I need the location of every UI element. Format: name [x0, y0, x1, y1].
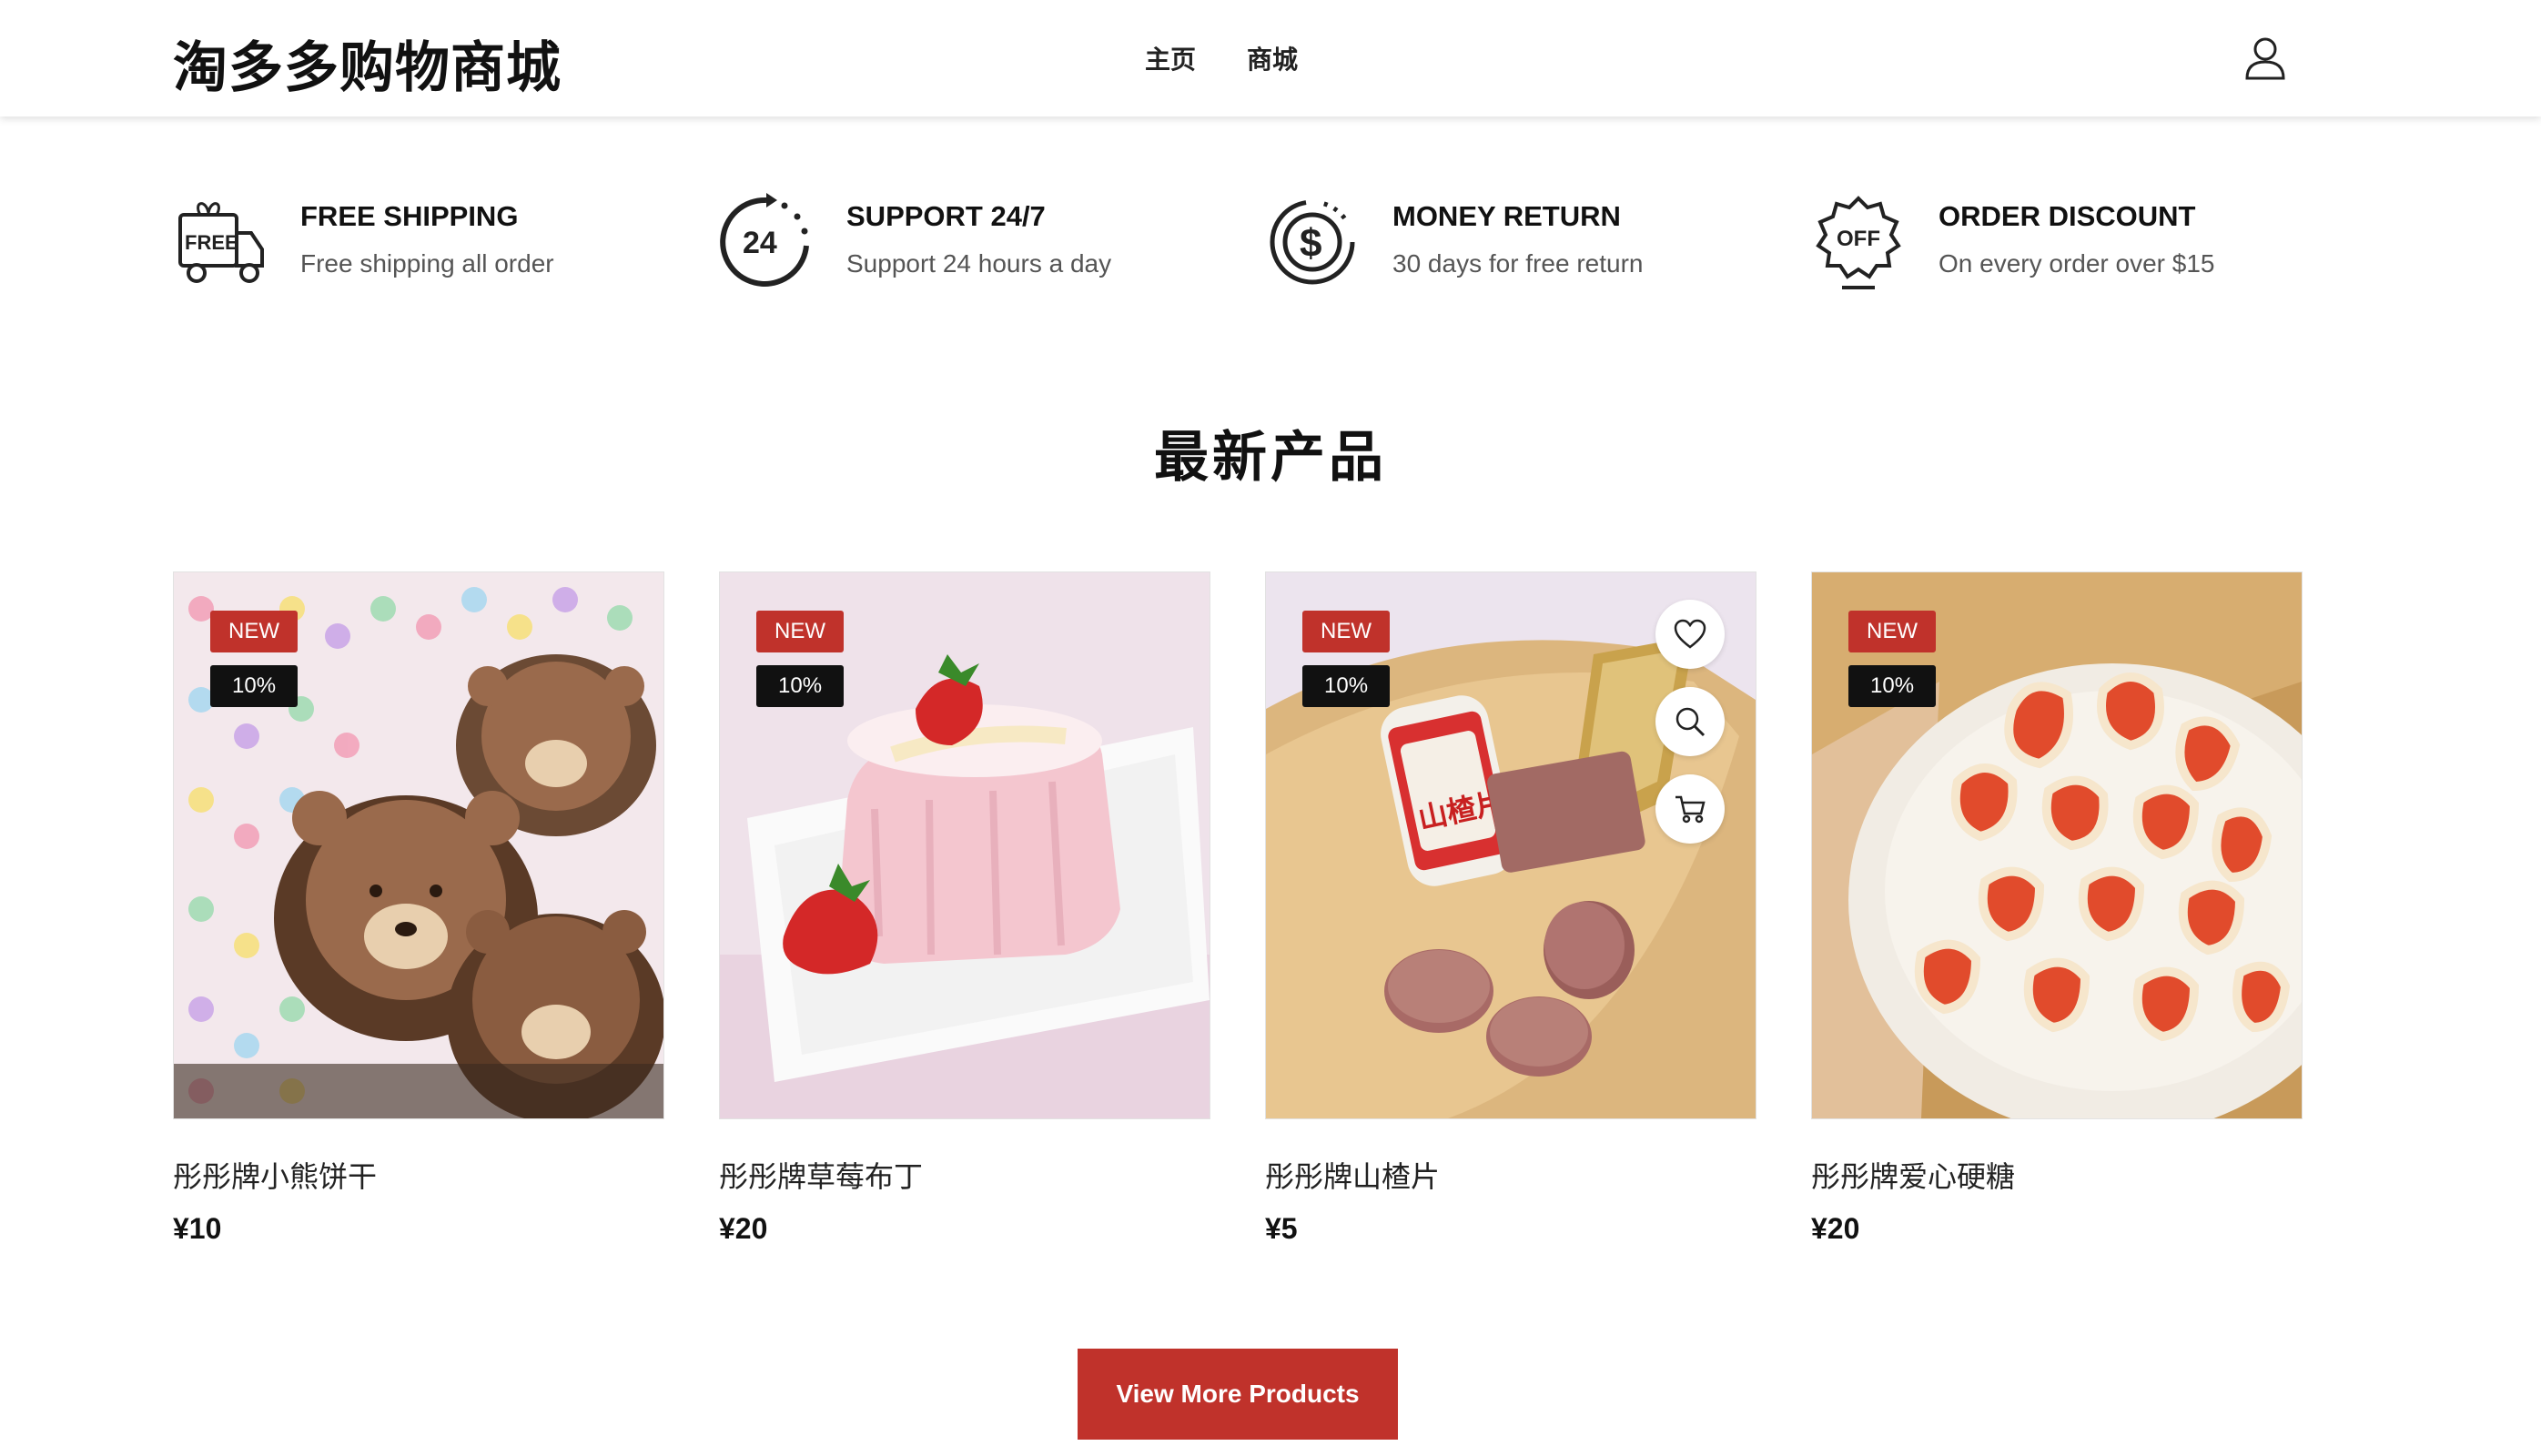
feature-desc: On every order over $15 [1939, 249, 2215, 278]
wishlist-button[interactable] [1655, 600, 1725, 669]
add-to-cart-button[interactable] [1655, 774, 1725, 844]
product-price: ¥10 [173, 1212, 222, 1245]
new-badge: NEW [756, 611, 844, 652]
product-name[interactable]: 彤彤牌小熊饼干 [173, 1154, 664, 1196]
product-image[interactable]: NEW 10% [173, 571, 664, 1119]
nav-mall[interactable]: 商城 [1247, 40, 1298, 76]
product-photo [1812, 572, 2302, 1118]
order-discount-icon: OFF [1816, 196, 1901, 289]
product-card[interactable]: NEW 10% 彤彤牌草莓布丁 ¥20 [719, 571, 1210, 1246]
new-badge: NEW [1302, 611, 1390, 652]
discount-badge: 10% [210, 665, 299, 707]
user-icon[interactable] [2244, 36, 2286, 80]
feature-desc: 30 days for free return [1392, 249, 1644, 278]
money-return-icon: $ [1270, 199, 1355, 285]
svg-text:OFF: OFF [1837, 227, 1880, 251]
cart-icon [1675, 795, 1706, 824]
product-name[interactable]: 彤彤牌草莓布丁 [719, 1154, 1210, 1196]
product-photo [720, 572, 1210, 1118]
product-price: ¥5 [1265, 1212, 1298, 1245]
svg-text:FREE: FREE [185, 231, 238, 254]
site-header: 淘多多购物商城 主页 商城 [0, 0, 2541, 116]
feature-desc: Free shipping all order [300, 249, 554, 278]
product-image[interactable]: 山楂片 NEW 10% [1265, 571, 1756, 1119]
svg-text:$: $ [1300, 221, 1321, 266]
product-price: ¥20 [719, 1212, 768, 1245]
product-price: ¥20 [1811, 1212, 1860, 1245]
discount-badge: 10% [1302, 665, 1391, 707]
search-icon [1675, 707, 1706, 737]
feature-title: MONEY RETURN [1392, 200, 1621, 232]
product-card[interactable]: NEW 10% 彤彤牌爱心硬糖 ¥20 [1811, 571, 2303, 1246]
support-24-icon: 24 [720, 193, 809, 287]
product-photo [174, 572, 663, 1118]
new-badge: NEW [210, 611, 298, 652]
product-card[interactable]: NEW 10% 彤彤牌小熊饼干 ¥10 [173, 571, 664, 1246]
svg-text:24: 24 [743, 226, 777, 260]
feature-desc: Support 24 hours a day [846, 249, 1112, 278]
product-actions [1655, 600, 1726, 862]
product-name[interactable]: 彤彤牌山楂片 [1265, 1154, 1756, 1196]
main-nav: 主页 商城 [1145, 40, 1298, 76]
feature-title: SUPPORT 24/7 [846, 200, 1046, 232]
features-bar: FREE FREE SHIPPING Free shipping all ord… [173, 193, 2357, 302]
feature-title: ORDER DISCOUNT [1939, 200, 2196, 232]
view-more-products-button[interactable]: View More Products [1078, 1349, 1398, 1440]
product-image[interactable]: NEW 10% [1811, 571, 2303, 1119]
free-shipping-truck-icon: FREE [178, 202, 264, 283]
discount-badge: 10% [756, 665, 845, 707]
product-name[interactable]: 彤彤牌爱心硬糖 [1811, 1154, 2303, 1196]
quick-view-button[interactable] [1655, 687, 1725, 756]
product-card[interactable]: 山楂片 NEW 10% 彤彤牌山楂片 ¥5 [1265, 571, 1756, 1246]
feature-title: FREE SHIPPING [300, 200, 519, 232]
new-badge: NEW [1848, 611, 1936, 652]
product-image[interactable]: NEW 10% [719, 571, 1210, 1119]
heart-icon [1674, 619, 1706, 649]
nav-home[interactable]: 主页 [1145, 40, 1196, 76]
discount-badge: 10% [1848, 665, 1937, 707]
section-title: 最新产品 [1154, 426, 1387, 490]
site-logo[interactable]: 淘多多购物商城 [173, 24, 562, 103]
product-grid: NEW 10% 彤彤牌小熊饼干 ¥10 NEW 10% 彤彤牌草莓布丁 ¥20 … [173, 571, 2357, 1263]
